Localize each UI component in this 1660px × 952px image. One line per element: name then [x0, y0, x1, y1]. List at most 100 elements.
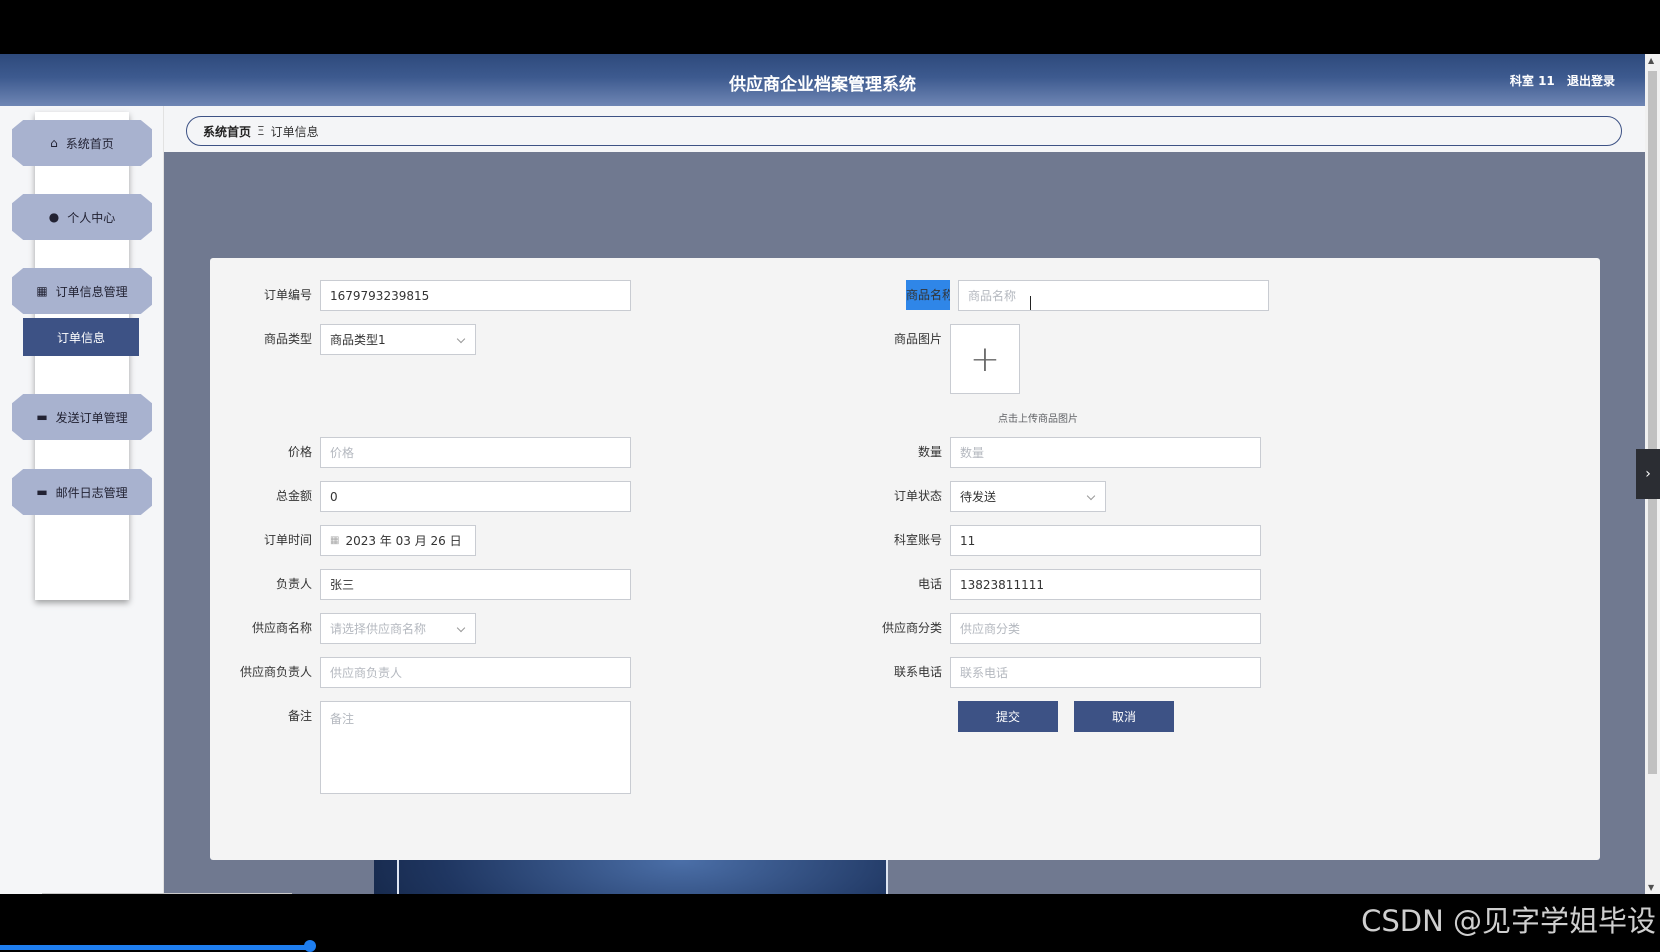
user-label: 科室 11: [1509, 74, 1555, 88]
order-no-input[interactable]: 1679793239815: [320, 280, 631, 311]
supplier-manager-input[interactable]: 供应商负责人: [320, 657, 631, 688]
plus-icon: +: [969, 338, 1001, 380]
breadcrumb-separator-icon: Ξ: [257, 124, 265, 138]
submenu-label: 订单信息: [56, 330, 105, 345]
field-phone: 电话 13823811111: [870, 569, 1261, 600]
chevron-right-icon[interactable]: ›: [1636, 449, 1660, 499]
product-type-select[interactable]: 商品类型1: [320, 324, 476, 355]
supplier-category-input[interactable]: 供应商分类: [950, 613, 1261, 644]
dept-account-input[interactable]: 11: [950, 525, 1261, 556]
sidebar-item-label: 邮件日志管理: [55, 485, 128, 500]
field-quantity: 数量 数量: [870, 437, 1261, 468]
order-status-select[interactable]: 待发送: [950, 481, 1106, 512]
chevron-down-icon: [456, 335, 466, 345]
supplier-name-select[interactable]: 请选择供应商名称: [320, 613, 476, 644]
field-supplier-name: 供应商名称 请选择供应商名称: [240, 613, 476, 644]
field-label: 总金额: [275, 489, 312, 503]
user-icon: ●: [48, 210, 60, 224]
field-label-selected: 商品名称: [906, 280, 950, 310]
total-input[interactable]: 0: [320, 481, 631, 512]
field-label: 订单状态: [893, 489, 942, 503]
calendar-icon: ▦: [330, 535, 340, 546]
date-value: 2023 年 03 月 26 日: [345, 534, 462, 548]
sidebar-item-home[interactable]: ⌂ 系统首页: [12, 120, 152, 166]
sidebar-item-label: 系统首页: [65, 136, 114, 151]
field-label: 科室账号: [893, 533, 942, 547]
remark-textarea[interactable]: 备注: [320, 701, 631, 794]
logout-link[interactable]: 退出登录: [1567, 74, 1615, 88]
submenu-order-info[interactable]: 订单信息: [23, 318, 139, 356]
field-label: 商品图片: [893, 332, 942, 346]
order-form: 订单编号 1679793239815 商品类型 商品类型1 价格 价格 总金额: [210, 258, 1600, 860]
home-icon: ⌂: [50, 136, 58, 150]
video-progress-knob[interactable]: [304, 940, 316, 952]
chevron-down-icon: [1086, 492, 1096, 502]
sidebar-item-order-management[interactable]: ▦ 订单信息管理: [12, 268, 152, 314]
field-label: 联系电话: [893, 665, 942, 679]
scrollbar-thumb[interactable]: [1648, 71, 1657, 774]
select-placeholder: 请选择供应商名称: [330, 622, 427, 636]
field-label: 负责人: [275, 577, 312, 591]
order-time-picker[interactable]: ▦ 2023 年 03 月 26 日: [320, 525, 476, 556]
field-label: 商品类型: [263, 332, 312, 346]
field-contact-phone: 联系电话 联系电话: [870, 657, 1261, 688]
field-supplier-category: 供应商分类 供应商分类: [870, 613, 1261, 644]
app-title: 供应商企业档案管理系统: [729, 75, 916, 95]
chevron-down-icon: [456, 624, 466, 634]
field-product-image: 商品图片 +: [870, 324, 1020, 394]
field-remark: 备注 备注: [240, 701, 631, 794]
cancel-button[interactable]: 取消: [1074, 701, 1174, 732]
field-price: 价格 价格: [240, 437, 631, 468]
browser-viewport: 供应商企业档案管理系统 科室 11 退出登录 ⌂ 系统首页 ● 个人中心 ▦ 订…: [0, 54, 1660, 894]
field-label: 备注: [287, 709, 312, 723]
quantity-input[interactable]: 数量: [950, 437, 1261, 468]
field-label: 数量: [917, 445, 942, 459]
field-label: 电话: [917, 577, 942, 591]
breadcrumb-home[interactable]: 系统首页: [203, 123, 251, 140]
submit-button[interactable]: 提交: [958, 701, 1058, 732]
grid-icon: ▦: [36, 284, 48, 298]
scroll-up-icon[interactable]: ▲: [1648, 56, 1654, 65]
user-area: 科室 11 退出登录: [1502, 72, 1615, 89]
sidebar-item-label: 个人中心: [67, 210, 116, 225]
field-label: 订单编号: [263, 288, 312, 302]
field-order-no: 订单编号 1679793239815: [240, 280, 631, 311]
field-supplier-manager: 供应商负责人 供应商负责人: [240, 657, 631, 688]
price-input[interactable]: 价格: [320, 437, 631, 468]
breadcrumb-current: 订单信息: [270, 124, 319, 139]
upload-hint: 点击上传商品图片: [998, 414, 1078, 425]
screen: 供应商企业档案管理系统 科室 11 退出登录 ⌂ 系统首页 ● 个人中心 ▦ 订…: [0, 0, 1660, 952]
main-content: 系统首页 Ξ 订单信息 订单编号 1679793239815 商品类型 商品类型…: [164, 106, 1645, 894]
field-label: 供应商负责人: [240, 665, 313, 679]
select-value: 待发送: [960, 490, 997, 504]
product-name-input[interactable]: 商品名称: [958, 280, 1269, 311]
sidebar-item-mail-log[interactable]: ▬ 邮件日志管理: [12, 469, 152, 515]
sidebar-item-send-order[interactable]: ▬ 发送订单管理: [12, 394, 152, 440]
sidebar-item-label: 发送订单管理: [55, 410, 128, 425]
manager-input[interactable]: 张三: [320, 569, 631, 600]
field-product-type: 商品类型 商品类型1: [240, 324, 476, 355]
field-label: 价格: [287, 445, 312, 459]
field-label: 供应商名称: [251, 621, 312, 635]
video-progress-bar[interactable]: [0, 945, 312, 950]
scroll-down-icon[interactable]: ▼: [1648, 883, 1654, 892]
image-upload-button[interactable]: +: [950, 324, 1020, 394]
text-cursor-icon: [1030, 296, 1031, 310]
sidebar-item-profile[interactable]: ● 个人中心: [12, 194, 152, 240]
field-order-status: 订单状态 待发送: [870, 481, 1106, 512]
watermark: CSDN @见字学姐毕设: [1361, 904, 1656, 938]
contact-phone-input[interactable]: 联系电话: [950, 657, 1261, 688]
monitor-icon: ▬: [36, 410, 48, 424]
breadcrumb-bar: 系统首页 Ξ 订单信息: [164, 106, 1645, 152]
sidebar-item-label: 订单信息管理: [55, 284, 128, 299]
field-product-name: 商品名称 商品名称: [870, 280, 1269, 311]
field-label: 供应商分类: [881, 621, 942, 635]
monitor-icon: ▬: [36, 485, 48, 499]
top-header: 供应商企业档案管理系统 科室 11 退出登录: [0, 54, 1645, 106]
horizontal-scrollbar[interactable]: [42, 893, 292, 894]
field-label: 订单时间: [263, 533, 312, 547]
phone-input[interactable]: 13823811111: [950, 569, 1261, 600]
sidebar: ⌂ 系统首页 ● 个人中心 ▦ 订单信息管理 订单信息 ▬ 发送订单管理 ▬ 邮…: [0, 106, 164, 894]
field-total: 总金额 0: [240, 481, 631, 512]
field-manager: 负责人 张三: [240, 569, 631, 600]
